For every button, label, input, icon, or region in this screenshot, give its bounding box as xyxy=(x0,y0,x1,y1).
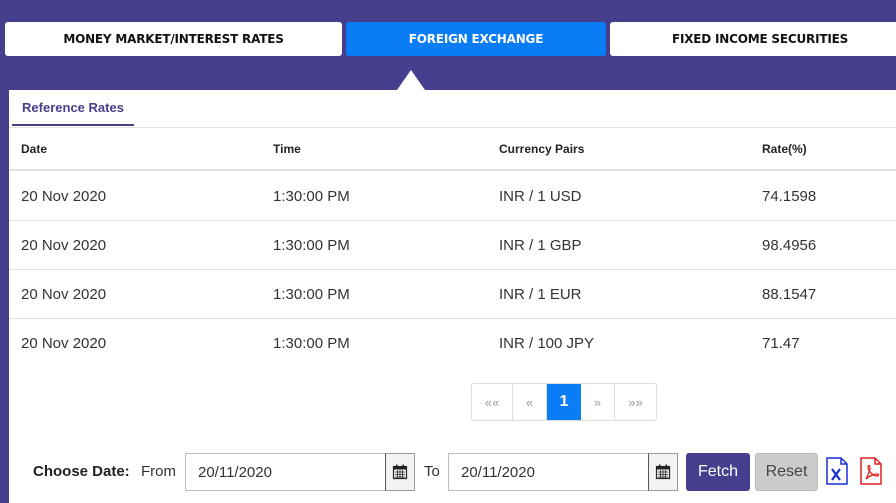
calendar-icon[interactable] xyxy=(385,453,415,491)
to-date-input[interactable] xyxy=(449,454,648,490)
page-next-button[interactable]: » xyxy=(581,384,615,420)
to-date-field[interactable] xyxy=(448,453,649,491)
tab-foreign-exchange[interactable]: FOREIGN EXCHANGE xyxy=(346,22,606,56)
cell-date: 20 Nov 2020 xyxy=(21,286,107,303)
table-row: 20 Nov 2020 1:30:00 PM INR / 1 EUR 88.15… xyxy=(9,270,896,319)
content-panel: Reference Rates Date Time Currency Pairs… xyxy=(9,90,896,503)
table-header: Date Time Currency Pairs Rate(%) xyxy=(9,128,896,171)
from-date-field[interactable] xyxy=(185,453,386,491)
table-row: 20 Nov 2020 1:30:00 PM INR / 1 USD 74.15… xyxy=(9,172,896,221)
excel-export-icon[interactable] xyxy=(826,457,848,485)
from-label: From xyxy=(141,463,176,480)
choose-date-label: Choose Date: xyxy=(33,463,130,480)
cell-date: 20 Nov 2020 xyxy=(21,237,107,254)
pagination: «« « 1 » »» xyxy=(471,383,657,421)
cell-time: 1:30:00 PM xyxy=(273,335,350,352)
tab-money-market[interactable]: MONEY MARKET/INTEREST RATES xyxy=(5,22,342,56)
page-first-button[interactable]: «« xyxy=(472,384,513,420)
page-current-button[interactable]: 1 xyxy=(547,384,581,420)
cell-rate: 98.4956 xyxy=(762,237,817,254)
table-body: 20 Nov 2020 1:30:00 PM INR / 1 USD 74.15… xyxy=(9,172,896,368)
from-date-input[interactable] xyxy=(186,454,385,490)
calendar-icon[interactable] xyxy=(648,453,678,491)
cell-time: 1:30:00 PM xyxy=(273,237,350,254)
table-row: 20 Nov 2020 1:30:00 PM INR / 100 JPY 71.… xyxy=(9,319,896,368)
cell-currency-pair: INR / 1 USD xyxy=(499,188,582,205)
header-time: Time xyxy=(273,142,301,156)
date-filter-bar: Choose Date: From To xyxy=(9,453,896,491)
cell-currency-pair: INR / 1 EUR xyxy=(499,286,582,303)
cell-rate: 88.1547 xyxy=(762,286,817,303)
cell-rate: 74.1598 xyxy=(762,188,817,205)
table-row: 20 Nov 2020 1:30:00 PM INR / 1 GBP 98.49… xyxy=(9,221,896,270)
page-last-button[interactable]: »» xyxy=(615,384,656,420)
header-currency-pairs: Currency Pairs xyxy=(499,142,585,156)
cell-time: 1:30:00 PM xyxy=(273,286,350,303)
to-label: To xyxy=(424,463,440,480)
fetch-button[interactable]: Fetch xyxy=(686,453,750,491)
top-tab-bar: MONEY MARKET/INTEREST RATES FOREIGN EXCH… xyxy=(5,22,896,56)
reset-button[interactable]: Reset xyxy=(755,453,818,491)
header-date: Date xyxy=(21,142,48,156)
cell-date: 20 Nov 2020 xyxy=(21,188,107,205)
active-tab-pointer xyxy=(397,70,425,90)
page-prev-button[interactable]: « xyxy=(513,384,547,420)
subtab-reference-rates[interactable]: Reference Rates xyxy=(12,90,134,126)
header-rate: Rate(%) xyxy=(762,142,807,156)
tab-fixed-income[interactable]: FIXED INCOME SECURITIES xyxy=(610,22,896,56)
cell-currency-pair: INR / 100 JPY xyxy=(499,335,595,352)
cell-date: 20 Nov 2020 xyxy=(21,335,107,352)
cell-currency-pair: INR / 1 GBP xyxy=(499,237,582,254)
cell-rate: 71.47 xyxy=(762,335,800,352)
pdf-export-icon[interactable] xyxy=(859,457,883,485)
cell-time: 1:30:00 PM xyxy=(273,188,350,205)
